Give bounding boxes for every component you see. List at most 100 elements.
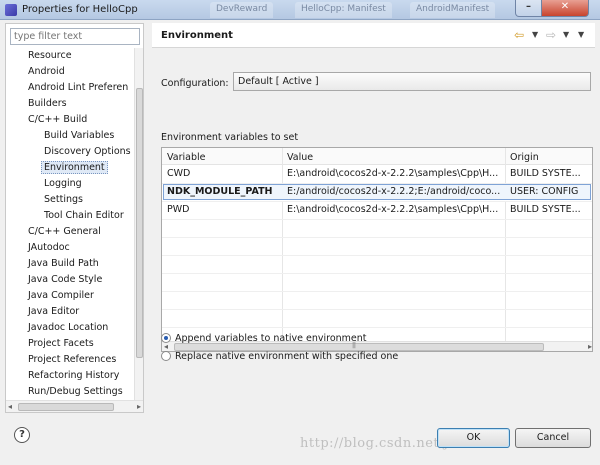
- tree-item[interactable]: Tool Chain Editor: [6, 208, 134, 224]
- tree-item-label: Project References: [28, 354, 117, 365]
- tree-item[interactable]: Logging: [6, 176, 134, 192]
- tree-item[interactable]: Build Variables: [6, 128, 134, 144]
- grid-line: [162, 327, 592, 328]
- tree-item-label: Project Facets: [28, 338, 94, 349]
- help-icon[interactable]: ?: [14, 427, 30, 443]
- tree-item[interactable]: C/C++ Build: [6, 112, 134, 128]
- cancel-button[interactable]: Cancel: [515, 428, 591, 448]
- configuration-label: Configuration:: [161, 78, 229, 89]
- tree-horizontal-scrollbar[interactable]: ◂ ▸: [6, 400, 143, 412]
- tree-item-label: Environment: [41, 161, 108, 174]
- properties-tree: Resource Android Android Lint Preferen Buil…: [6, 48, 134, 400]
- view-menu-icon[interactable]: ▼: [578, 30, 584, 39]
- tree-item[interactable]: Android Lint Preferen: [6, 80, 134, 96]
- page-title: Environment: [161, 30, 233, 41]
- close-button[interactable]: ✕: [541, 0, 589, 17]
- background-tab[interactable]: AndroidManifest: [410, 2, 496, 18]
- table-row[interactable]: PWD E:\android\cocos2d-x-2.2.2\samples\Cp…: [162, 201, 592, 219]
- tree-item-label: Build Variables: [44, 130, 115, 141]
- tree-item-label: Refactoring History: [28, 370, 120, 381]
- scroll-left-icon[interactable]: ◂: [8, 402, 12, 411]
- column-header-origin[interactable]: Origin: [510, 152, 539, 163]
- tree-item-label: Android Lint Preferen: [28, 82, 129, 93]
- grid-line: [162, 219, 592, 220]
- tree-item-label: Discovery Options: [44, 146, 131, 157]
- tree-item[interactable]: JAutodoc: [6, 240, 134, 256]
- tree-item-label: Settings: [44, 194, 83, 205]
- scrollbar-thumb[interactable]: [136, 88, 143, 358]
- title-bar: Properties for HelloCpp DevReward HelloC…: [0, 0, 600, 20]
- column-header-variable[interactable]: Variable: [167, 152, 205, 163]
- tree-item[interactable]: Builders: [6, 96, 134, 112]
- scroll-right-icon[interactable]: ▸: [137, 402, 141, 411]
- grid-line: [162, 183, 592, 184]
- page-header: Environment ⇦ ▼ ⇨ ▼ ▼: [152, 23, 595, 48]
- cell-variable: NDK_MODULE_PATH: [167, 186, 273, 197]
- tree-item[interactable]: Java Code Style: [6, 272, 134, 288]
- grid-line: [162, 309, 592, 310]
- grid-line: [162, 273, 592, 274]
- window-title: Properties for HelloCpp: [22, 4, 138, 15]
- tree-item[interactable]: Android: [6, 64, 134, 80]
- radio-button[interactable]: [161, 332, 171, 343]
- chevron-down-icon[interactable]: ▼: [563, 30, 569, 39]
- ok-button[interactable]: OK: [437, 428, 510, 448]
- radio-button[interactable]: [161, 350, 171, 361]
- cell-origin: USER: CONFIG: [510, 186, 579, 197]
- tree-item[interactable]: C/C++ General: [6, 224, 134, 240]
- tree-vertical-scrollbar[interactable]: [134, 48, 143, 400]
- tree-item[interactable]: Java Editor: [6, 304, 134, 320]
- option-label: Replace native environment with specifie…: [175, 351, 399, 362]
- tree-item[interactable]: Refactoring History: [6, 368, 134, 384]
- tree-item[interactable]: Project References: [6, 352, 134, 368]
- cell-value: E:\android\cocos2d-x-2.2.2\samples\Cpp\H…: [287, 168, 499, 179]
- tree-item[interactable]: Java Compiler: [6, 288, 134, 304]
- cell-variable: PWD: [167, 204, 190, 215]
- table-header: Variable Value Origin: [162, 148, 592, 165]
- tree-item[interactable]: Resource: [6, 48, 134, 64]
- cell-value: E:\android\cocos2d-x-2.2.2\samples\Cpp\H…: [287, 204, 499, 215]
- close-icon: ✕: [560, 1, 570, 12]
- tree-item[interactable]: Javadoc Location: [6, 320, 134, 336]
- cell-variable: CWD: [167, 168, 191, 179]
- tree-item[interactable]: Settings: [6, 192, 134, 208]
- tree-item-label: Run/Debug Settings: [28, 386, 123, 397]
- column-header-value[interactable]: Value: [287, 152, 313, 163]
- tree-item-label: C/C++ General: [28, 226, 101, 237]
- app-icon: [5, 4, 17, 16]
- tree-item-label: Java Editor: [28, 306, 80, 317]
- chevron-down-icon[interactable]: ▼: [532, 30, 538, 39]
- table-row[interactable]: CWD E:\android\cocos2d-x-2.2.2\samples\Cp…: [162, 165, 592, 183]
- scrollbar-thumb[interactable]: [18, 403, 114, 411]
- configuration-select[interactable]: Default [ Active ]: [233, 72, 591, 91]
- environment-page: Environment ⇦ ▼ ⇨ ▼ ▼ Configuration: Def…: [152, 23, 595, 413]
- append-variables-option[interactable]: Append variables to native environment: [161, 332, 367, 346]
- tree-item-label: JAutodoc: [28, 242, 70, 253]
- grid-line: [162, 255, 592, 256]
- tree-item-label: C/C++ Build: [28, 114, 88, 125]
- background-tab[interactable]: DevReward: [210, 2, 274, 18]
- tree-item[interactable]: Java Build Path: [6, 256, 134, 272]
- grid-line: [162, 291, 592, 292]
- replace-environment-option[interactable]: Replace native environment with specifie…: [161, 350, 398, 364]
- scroll-right-icon[interactable]: ▸: [588, 342, 592, 351]
- tree-item-label: Logging: [44, 178, 82, 189]
- tree-item-label: Builders: [28, 98, 67, 109]
- minimize-button[interactable]: –: [515, 0, 542, 17]
- cell-origin: BUILD SYSTE...: [510, 168, 581, 179]
- back-arrow-icon[interactable]: ⇦: [514, 28, 524, 42]
- filter-input[interactable]: [10, 28, 140, 45]
- cell-value: E:/android/cocos2d-x-2.2.2;E:/android/co…: [287, 186, 501, 197]
- tree-item[interactable]: Project Facets: [6, 336, 134, 352]
- tree-item-label: Java Build Path: [28, 258, 99, 269]
- tree-item[interactable]: Environment: [6, 160, 134, 176]
- forward-arrow-icon[interactable]: ⇨: [546, 28, 556, 42]
- grid-line: [162, 237, 592, 238]
- minimize-icon: –: [526, 1, 531, 12]
- tree-item[interactable]: Discovery Options: [6, 144, 134, 160]
- table-row[interactable]: NDK_MODULE_PATH E:/android/cocos2d-x-2.2.…: [162, 183, 592, 201]
- env-vars-label: Environment variables to set: [161, 132, 299, 143]
- background-tab[interactable]: HelloCpp: Manifest: [295, 2, 392, 18]
- tree-item-label: Tool Chain Editor: [44, 210, 124, 221]
- tree-item[interactable]: Run/Debug Settings: [6, 384, 134, 400]
